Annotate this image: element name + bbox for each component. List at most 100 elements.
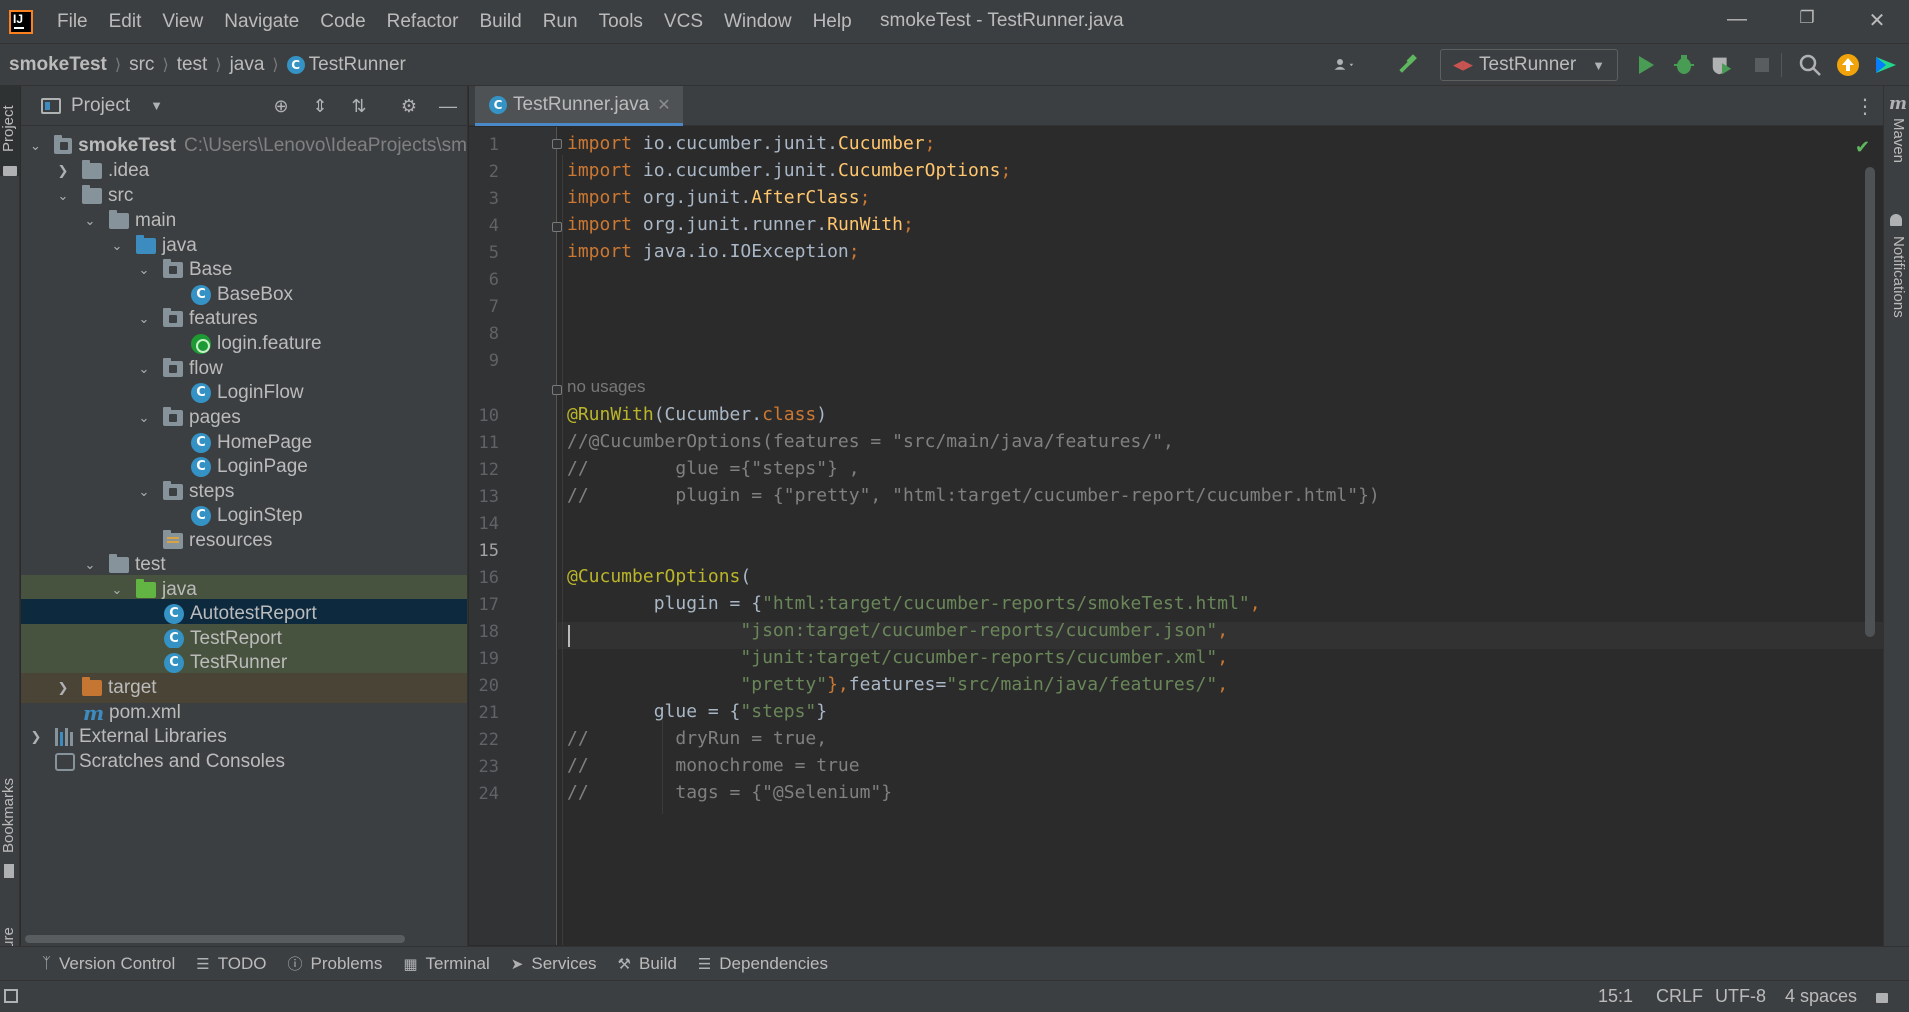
gear-icon[interactable]: ⚙: [398, 95, 420, 117]
line-number: 13: [478, 487, 499, 507]
tool-todo[interactable]: ☰ TODO: [196, 954, 266, 974]
indent-setting[interactable]: 4 spaces: [1785, 986, 1857, 1007]
breadcrumb-testrunner[interactable]: TestRunner: [309, 54, 406, 76]
chevron-right-icon[interactable]: ❯: [29, 729, 43, 745]
fold-marker-icon[interactable]: [552, 139, 562, 149]
fold-marker-icon[interactable]: [552, 222, 562, 232]
java-class-icon: C: [286, 55, 305, 74]
chevron-down-icon[interactable]: ⌄: [110, 582, 124, 598]
chevron-down-icon[interactable]: ⌄: [110, 238, 124, 254]
java-class-icon: C: [191, 506, 211, 526]
breadcrumb-java[interactable]: java: [230, 54, 265, 76]
tab-project[interactable]: Project: [0, 94, 20, 164]
locate-target-icon[interactable]: ⊕: [270, 95, 292, 117]
chevron-down-icon[interactable]: ⌄: [137, 410, 151, 426]
package-icon: [163, 358, 183, 377]
tool-version-control[interactable]: ᛉ Version Control: [42, 954, 175, 974]
restore-icon[interactable]: ❐: [1792, 8, 1822, 34]
menu-tools[interactable]: Tools: [599, 11, 643, 33]
tree-item-label: target: [108, 677, 157, 698]
chevron-down-icon[interactable]: ⌄: [137, 262, 151, 278]
chevron-down-icon[interactable]: ⌄: [137, 361, 151, 377]
chevron-down-icon[interactable]: ⌄: [83, 557, 97, 573]
run-configuration-selector[interactable]: ◀▶ TestRunner ▼: [1440, 49, 1618, 81]
menu-code[interactable]: Code: [320, 11, 365, 33]
build-hammer-icon[interactable]: [1396, 53, 1420, 77]
close-icon[interactable]: ✕: [1862, 8, 1892, 34]
breadcrumb-separator-icon: ⟩: [162, 56, 169, 74]
chevron-down-icon[interactable]: ▼: [150, 98, 163, 113]
java-class-icon: C: [164, 629, 184, 649]
search-icon[interactable]: [1798, 53, 1822, 77]
run-icon[interactable]: [1634, 53, 1658, 77]
breadcrumb-test[interactable]: test: [177, 54, 208, 76]
tool-problems[interactable]: ⓘ Problems: [288, 953, 383, 974]
lock-icon[interactable]: [1876, 993, 1888, 1003]
chevron-down-icon[interactable]: ⌄: [56, 188, 70, 204]
tree-item-scratches[interactable]: Scratches and Consoles: [21, 747, 467, 777]
project-panel-title[interactable]: Project: [71, 95, 130, 117]
tree-item-label: AutotestReport: [190, 603, 317, 624]
code-line: // monochrome = true: [567, 755, 860, 776]
stop-icon[interactable]: [1750, 53, 1774, 77]
code-line: //@CucumberOptions(features = "src/main/…: [567, 431, 1174, 452]
close-tab-icon[interactable]: ✕: [657, 95, 670, 115]
chevron-right-icon[interactable]: ❯: [56, 680, 70, 696]
breadcrumb-project[interactable]: smokeTest: [9, 54, 107, 76]
chevron-down-icon[interactable]: ⌄: [137, 484, 151, 500]
menu-file[interactable]: File: [57, 11, 88, 33]
update-icon[interactable]: [1836, 53, 1860, 77]
inspection-ok-icon[interactable]: ✔: [1855, 137, 1870, 158]
menu-help[interactable]: Help: [813, 11, 852, 33]
chevron-down-icon[interactable]: ⌄: [83, 213, 97, 229]
tree-item-label: src: [108, 185, 134, 206]
menu-navigate[interactable]: Navigate: [224, 11, 299, 33]
menu-vcs[interactable]: VCS: [664, 11, 703, 33]
toggle-tool-windows-icon[interactable]: [4, 989, 18, 1003]
tree-item-label: Base: [189, 259, 233, 280]
menu-window[interactable]: Window: [724, 11, 792, 33]
tree-item-label: HomePage: [217, 432, 313, 453]
tab-maven[interactable]: Maven: [1887, 118, 1907, 188]
menu-refactor[interactable]: Refactor: [387, 11, 459, 33]
tab-bookmarks[interactable]: Bookmarks: [0, 771, 20, 859]
fold-marker-icon[interactable]: [552, 385, 562, 395]
caret-position[interactable]: 15:1: [1598, 986, 1633, 1007]
more-options-icon[interactable]: ⋮: [1855, 94, 1875, 119]
tab-notifications[interactable]: Notifications: [1887, 236, 1907, 346]
menu-build[interactable]: Build: [479, 11, 521, 33]
line-separator[interactable]: CRLF: [1656, 986, 1703, 1007]
tool-dependencies[interactable]: ☰ Dependencies: [698, 954, 828, 974]
code-with-me-icon[interactable]: [1874, 53, 1898, 77]
collapse-all-icon[interactable]: ⇅: [348, 95, 370, 117]
editor-tab-testrunner[interactable]: C TestRunner.java ✕: [475, 86, 683, 126]
expand-all-icon[interactable]: ⇕: [309, 95, 331, 117]
usage-hint[interactable]: no usages: [567, 377, 645, 397]
menu-edit[interactable]: Edit: [109, 11, 142, 33]
breadcrumb-src[interactable]: src: [129, 54, 154, 76]
code-editor[interactable]: ✔ 1 2 3 4 5 6 7 8 9 10 11 12 13 14 15 16…: [469, 127, 1883, 945]
chevron-down-icon[interactable]: ⌄: [29, 138, 42, 154]
chevron-right-icon[interactable]: ❯: [56, 163, 70, 179]
tree-item-label: resources: [189, 530, 273, 551]
tree-item-label: login.feature: [217, 333, 322, 354]
chevron-down-icon[interactable]: ⌄: [137, 311, 151, 327]
intellij-logo-icon: [9, 9, 33, 34]
run-with-coverage-icon[interactable]: [1710, 53, 1734, 77]
debug-icon[interactable]: [1672, 53, 1696, 77]
vertical-scrollbar[interactable]: [1865, 167, 1875, 637]
menu-view[interactable]: View: [162, 11, 203, 33]
file-encoding[interactable]: UTF-8: [1715, 986, 1766, 1007]
module-folder-icon: [53, 135, 73, 154]
tree-item-label: java: [162, 235, 197, 256]
horizontal-scrollbar[interactable]: [25, 935, 405, 943]
tree-item-label: LoginFlow: [217, 382, 304, 403]
tool-build[interactable]: ⚒ Build: [618, 954, 677, 974]
tool-terminal[interactable]: ▦ Terminal: [403, 954, 489, 974]
menu-run[interactable]: Run: [543, 11, 578, 33]
user-account-icon[interactable]: [1334, 53, 1358, 77]
hide-panel-icon[interactable]: —: [437, 95, 459, 117]
tool-services[interactable]: ➤ Services: [511, 954, 597, 974]
minimize-icon[interactable]: —: [1722, 8, 1752, 34]
line-number: 16: [478, 568, 499, 588]
